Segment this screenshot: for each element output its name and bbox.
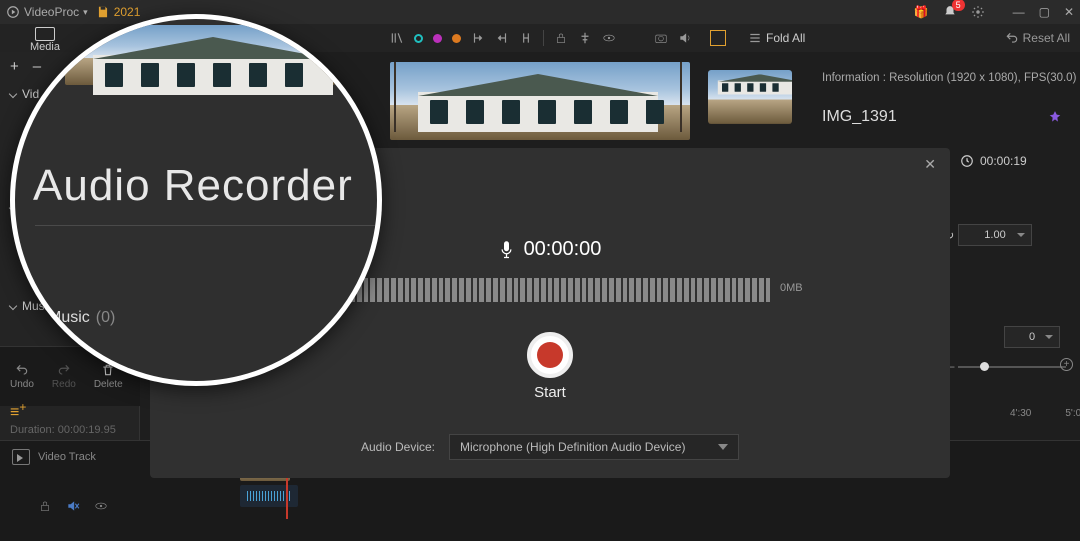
reset-all-button[interactable]: Reset All [1005,31,1070,45]
record-button[interactable] [527,332,573,378]
effect-icon[interactable] [1047,110,1063,124]
recording-size: 0MB [780,282,803,294]
microphone-icon [499,240,514,260]
cut-icon[interactable] [519,31,533,45]
close-button[interactable]: ✕ [1064,5,1074,19]
library-icon[interactable] [390,31,404,45]
app-name: VideoProc [24,5,79,19]
fold-all-button[interactable]: Fold All [748,31,805,45]
audio-device-value: Microphone (High Definition Audio Device… [460,440,685,454]
document-title[interactable]: 2021 [96,5,141,19]
info-thumbnail[interactable] [708,70,792,124]
divider [543,30,544,46]
speed-stepper[interactable]: ↻ 1.00 [958,224,1032,246]
record-button-label: Start [150,384,950,401]
undo-button[interactable]: Undo [10,363,34,390]
recorder-timer: 00:00:00 [524,238,602,261]
track-mute-icon[interactable] [66,499,80,513]
maximize-button[interactable]: ▢ [1039,5,1050,19]
eye-icon[interactable] [602,31,616,45]
chevron-down-icon: ▾ [83,7,88,18]
color-dot-1[interactable] [414,34,423,43]
add-button[interactable]: + [10,58,19,75]
document-name: 2021 [114,5,141,19]
camera-icon[interactable] [654,31,668,45]
time-display: 00:00:19 [960,154,1027,168]
zoom-in-button[interactable]: + [1060,358,1073,371]
chevron-down-icon [9,302,17,310]
marker-out-icon[interactable] [495,31,509,45]
gift-icon[interactable]: 🎁 [914,5,929,19]
add-track-button[interactable]: ≡+ [10,404,26,422]
fold-icon [748,31,762,45]
speaker-icon[interactable] [678,31,692,45]
video-track-label: Video Track [38,451,96,463]
magnifier-music-section: Music (0) [35,309,115,327]
info-text: Information : Resolution (1920 x 1080), … [822,72,1076,84]
value-stepper[interactable]: 0 [1004,326,1060,348]
video-track-icon[interactable] [12,449,30,465]
color-dot-2[interactable] [433,34,442,43]
align-icon[interactable] [578,31,592,45]
redo-button[interactable]: Redo [52,363,76,390]
duration-display: Duration: 00:00:19.95 [10,424,116,436]
app-menu[interactable]: VideoProc ▾ [6,5,88,19]
track-visibility-icon[interactable] [94,499,108,513]
marker-in-icon[interactable] [471,31,485,45]
preview-strip [390,62,690,140]
modal-close-button[interactable]: ✕ [924,156,936,173]
timeline-clip-audio[interactable] [240,485,298,507]
audio-device-label: Audio Device: [361,440,435,454]
media-icon [35,27,55,41]
undo-icon [15,363,29,377]
center-toolbar [390,30,692,46]
chevron-down-icon [34,313,44,323]
color-dot-3[interactable] [452,34,461,43]
zoom-slider-thumb[interactable] [980,362,989,371]
app-logo-icon [6,5,20,19]
panel-toggle-icon[interactable] [710,30,726,46]
magnifier-title: Audio Recorder [33,161,353,211]
clock-icon [960,154,974,168]
notification-bell-icon[interactable] [943,5,957,19]
zoom-slider[interactable] [958,366,1066,368]
save-icon [96,5,110,19]
remove-button[interactable]: – [33,58,41,75]
chevron-down-icon [9,90,17,98]
ruler-marks: 4':30 5':0 [1010,408,1080,419]
settings-icon[interactable] [971,5,985,19]
lock-icon[interactable] [554,31,568,45]
audio-device-select[interactable]: Microphone (High Definition Audio Device… [449,434,739,460]
clip-name: IMG_1391 [822,108,897,126]
magnifier-callout: Audio Recorder Music (0) [10,14,382,386]
track-lock-icon[interactable] [38,499,52,513]
audio-level-meter [350,278,770,302]
dropdown-arrow-icon [718,444,728,450]
minimize-button[interactable]: — [1013,5,1025,19]
media-tab[interactable]: Media [30,27,60,53]
redo-icon [57,363,71,377]
undo-arrow-icon [1005,31,1019,45]
